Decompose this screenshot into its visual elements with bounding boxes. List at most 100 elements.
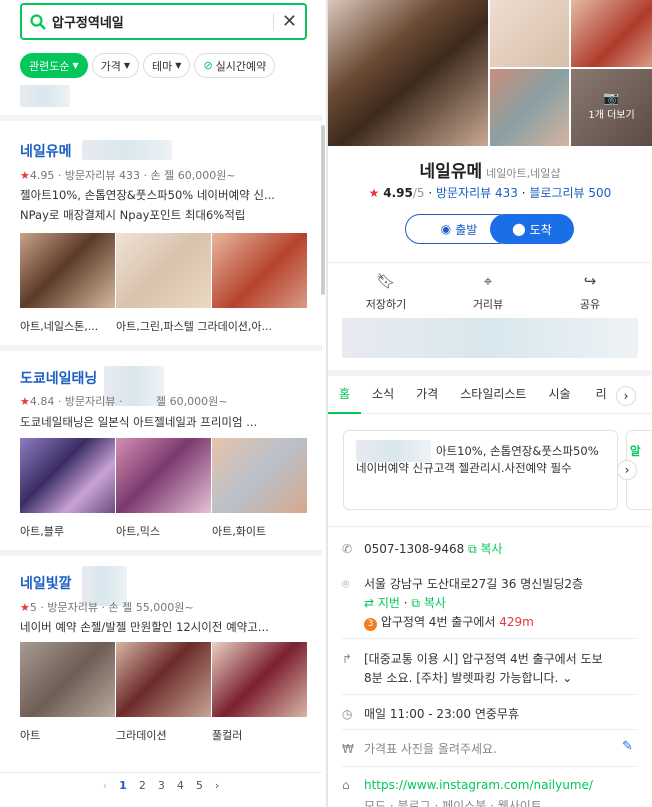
photo-thumb[interactable] — [212, 438, 307, 513]
tab-price[interactable]: 가격 — [405, 382, 449, 414]
result-title[interactable]: 네일빛깔 — [20, 573, 72, 593]
tabs-next-icon[interactable]: › — [616, 386, 636, 406]
prev-page-icon[interactable]: ‹ — [103, 779, 107, 792]
result-title[interactable]: 네일유메 — [20, 141, 72, 161]
page-link[interactable]: 3 — [158, 779, 165, 792]
copy-button[interactable]: ⧉ 복사 — [411, 596, 445, 610]
page-link[interactable]: 2 — [139, 779, 146, 792]
visitor-reviews[interactable]: 방문자리뷰 — [65, 395, 116, 408]
visitor-reviews[interactable]: 방문자리뷰 — [47, 601, 98, 614]
phone-icon: ✆ — [342, 542, 353, 556]
street-view-label: 거리뷰 — [472, 298, 504, 311]
jibun-toggle[interactable]: ⇄ 지번 — [364, 596, 400, 610]
blurred-area — [342, 318, 638, 358]
photo-thumb[interactable] — [571, 0, 652, 67]
main-photo[interactable] — [328, 0, 488, 146]
next-page-icon[interactable]: › — [215, 779, 219, 792]
photo-thumb[interactable] — [20, 438, 115, 513]
rating-max: /5 — [412, 186, 425, 200]
photo-caption: 아트,네일스톤,... — [20, 320, 99, 333]
tab-news[interactable]: 소식 — [361, 382, 405, 414]
star-icon: ★ — [20, 395, 30, 408]
chevron-down-icon[interactable]: ⌄ — [562, 671, 572, 685]
photo-thumb[interactable] — [20, 233, 115, 308]
street-view-action[interactable]: ⌖ 거리뷰 — [448, 272, 528, 312]
links-row[interactable]: 모드 · 블로그 · 페이스북 · 웹사이트 — [364, 797, 542, 807]
location-pin-icon: ⌾ — [342, 577, 350, 591]
photo-caption: 풀컬러 — [212, 729, 243, 742]
photo-thumb[interactable] — [212, 233, 307, 308]
rating: 4.95 — [383, 186, 413, 200]
place-tabs: 홈 소식 가격 스타일리스트 시술 리 — [328, 382, 652, 414]
phone-number[interactable]: 0507-1308-9468 — [364, 542, 464, 556]
photo-thumb[interactable] — [212, 642, 307, 717]
notice-next-text: 알 — [630, 444, 641, 458]
result-photos — [20, 233, 307, 308]
arrive-button[interactable]: ⬤ 도착 — [490, 214, 574, 244]
caret-down-icon: ▼ — [72, 61, 79, 70]
home-icon: ⌂ — [342, 778, 350, 792]
divider — [342, 638, 638, 639]
chip-sort[interactable]: 관련도순 ▼ — [20, 53, 88, 78]
blurred-area — [20, 85, 70, 107]
chip-label: 관련도순 — [29, 59, 70, 73]
photo-thumb[interactable] — [490, 69, 569, 146]
place-category: 네일아트,네일샵 — [486, 167, 561, 180]
directions-row[interactable]: ↱ [대중교통 이용 시] 압구정역 4번 출구에서 도보 — [342, 650, 603, 667]
visitor-reviews-link[interactable]: 방문자리뷰 433 — [436, 186, 518, 200]
won-icon: ₩ — [342, 742, 354, 756]
copy-label: 복사 — [480, 542, 503, 556]
divider — [342, 694, 638, 695]
page-link[interactable]: 5 — [196, 779, 203, 792]
share-action[interactable]: ↪ 공유 — [550, 272, 630, 312]
blurred-area — [356, 440, 431, 462]
search-box[interactable]: 압구정역네일 ✕ — [20, 3, 307, 40]
copy-button[interactable]: ⧉ 복사 — [468, 542, 502, 556]
photo-thumb[interactable] — [20, 642, 115, 717]
tab-review[interactable]: 리 — [582, 382, 618, 414]
photo-thumb[interactable] — [116, 642, 211, 717]
pencil-icon[interactable]: ✎ — [622, 739, 633, 754]
tab-treatment[interactable]: 시술 — [537, 382, 581, 414]
phone-row: ✆ 0507-1308-9468 ⧉ 복사 — [342, 540, 503, 557]
visitor-reviews[interactable]: 방문자리뷰 433 — [65, 169, 140, 182]
place-reviews: ★ 4.95/5 · 방문자리뷰 433 · 블로그리뷰 500 — [368, 186, 612, 200]
arrive-label: 도착 — [529, 222, 552, 237]
photo-thumb[interactable] — [116, 438, 211, 513]
tab-stylist[interactable]: 스타일리스트 — [449, 382, 537, 414]
map-pin-icon: ⌖ — [483, 272, 493, 290]
page-link[interactable]: 1 — [119, 779, 127, 792]
copy-label: 복사 — [423, 596, 446, 610]
pagination: ‹ 1 2 3 4 5 › — [0, 772, 322, 798]
clear-icon[interactable]: ✕ — [272, 12, 297, 31]
share-icon: ↪ — [583, 272, 597, 290]
scrollbar[interactable] — [321, 125, 325, 295]
page-link[interactable]: 4 — [177, 779, 184, 792]
photo-more[interactable]: 📷 1개 더보기 — [571, 69, 652, 146]
chip-label: 가격 — [100, 59, 121, 73]
chip-realtime-booking[interactable]: ⊘ 실시간예약 — [194, 53, 276, 78]
photo-thumb[interactable] — [490, 0, 569, 67]
caret-down-icon: ▼ — [123, 61, 131, 70]
save-action[interactable]: 🔖︎ 저장하기 — [346, 272, 426, 312]
instagram-link[interactable]: https://www.instagram.com/nailyume/ — [364, 778, 593, 792]
cards-next-icon[interactable]: › — [617, 460, 637, 480]
chip-price[interactable]: 가격 ▼ — [91, 53, 140, 78]
subway-line-badge: 3 — [364, 618, 377, 631]
result-title[interactable]: 도쿄네일태닝 — [20, 368, 97, 388]
blog-reviews-link[interactable]: 블로그리뷰 500 — [529, 186, 611, 200]
price: 손 젤 60,000원~ — [150, 169, 236, 182]
photo-thumb[interactable] — [116, 233, 211, 308]
tab-home[interactable]: 홈 — [328, 382, 362, 414]
price-row: ₩ 가격표 사진을 올려주세요. — [342, 740, 497, 757]
depart-label: 출발 — [455, 222, 478, 237]
subway-row: 3 압구정역 4번 출구에서 429m — [364, 613, 534, 631]
price: 손 젤 55,000원~ — [108, 601, 194, 614]
search-input[interactable]: 압구정역네일 — [52, 12, 273, 31]
chip-theme[interactable]: 테마 ▼ — [143, 53, 191, 78]
photo-caption: 아트,믹스 — [116, 525, 160, 538]
divider — [0, 550, 322, 556]
result-meta: ★5 · 방문자리뷰 · 손 젤 55,000원~ — [20, 601, 194, 614]
result-photos — [20, 438, 307, 513]
chip-label: 테마 — [152, 59, 173, 73]
